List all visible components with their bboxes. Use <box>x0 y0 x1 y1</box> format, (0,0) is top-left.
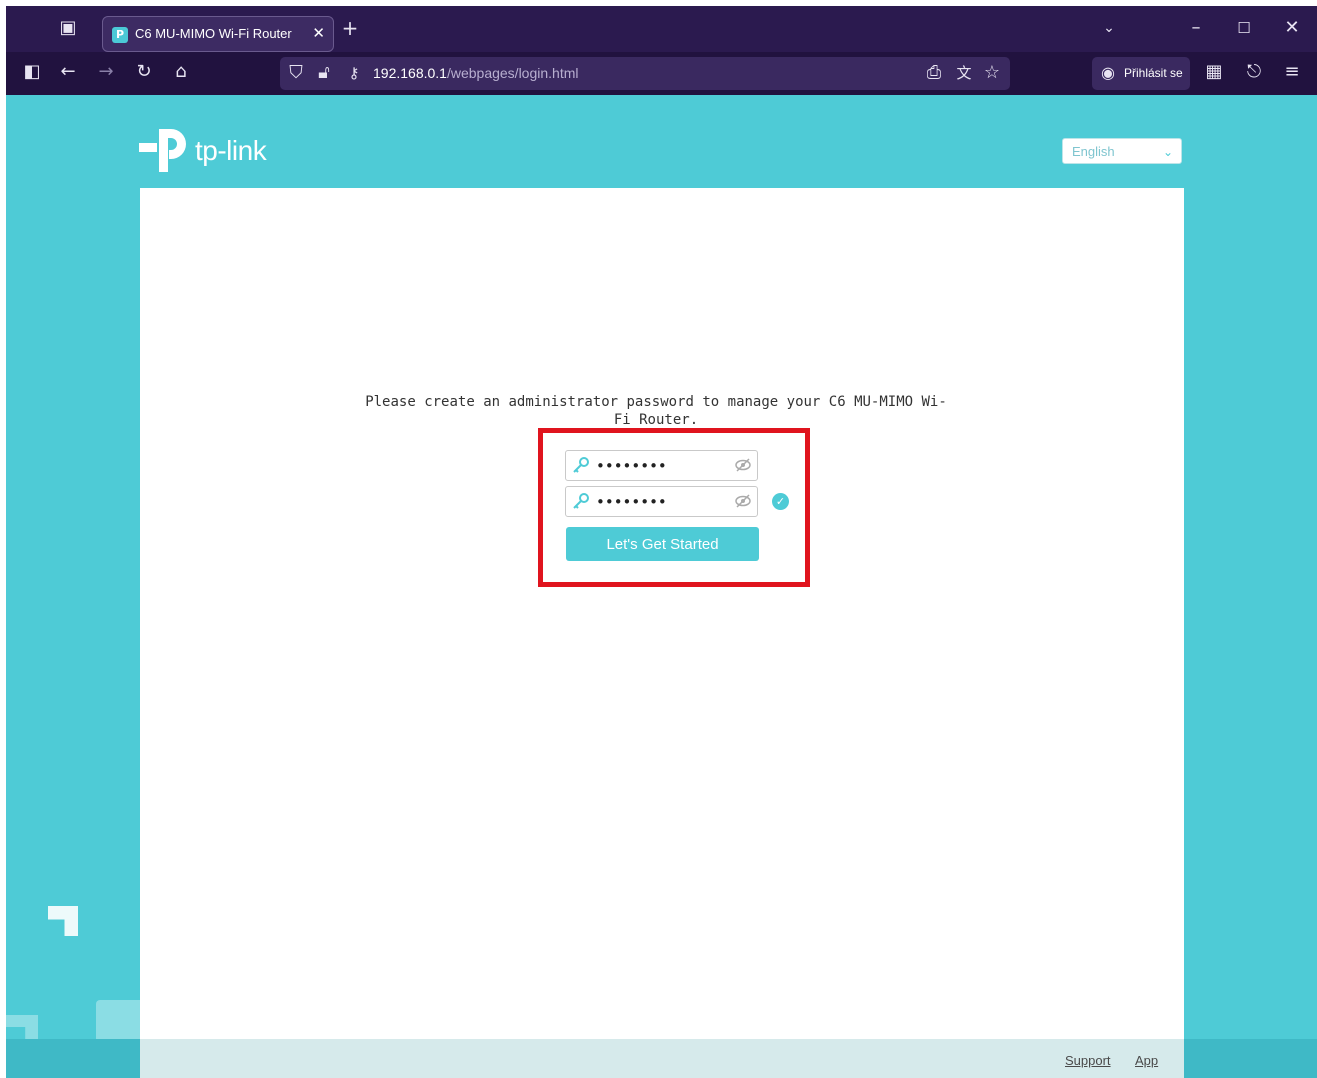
forward-arrow-icon[interactable]: → <box>94 63 118 83</box>
url-text[interactable]: 192.168.0.1/webpages/login.html <box>373 65 579 81</box>
close-window-icon[interactable]: ✕ <box>1280 19 1304 39</box>
save-page-icon[interactable]: ⎙ <box>922 64 946 84</box>
signin-label: Přihlásit se <box>1124 66 1183 80</box>
home-icon[interactable]: ⌂ <box>169 63 193 83</box>
eye-hidden-icon[interactable] <box>735 458 751 472</box>
logo-text: tp-link <box>195 135 267 166</box>
translate-icon[interactable]: 文 <box>952 64 976 84</box>
confirm-password-value: •••••••• <box>596 493 667 511</box>
tp-link-logo-icon <box>139 129 186 172</box>
support-link[interactable]: Support <box>1065 1053 1111 1068</box>
extensions-icon[interactable]: ▦ <box>1202 63 1226 83</box>
footer-bar <box>6 1039 1317 1078</box>
tab-close-icon[interactable]: ✕ <box>312 24 325 42</box>
lets-get-started-button[interactable]: Let's Get Started <box>566 527 759 561</box>
footer-bar-right <box>1184 1039 1317 1078</box>
lock-warning-icon[interactable]: 🔓︎ <box>312 64 336 84</box>
check-circle-icon: ✓ <box>772 493 789 510</box>
key-icon[interactable]: ⚷ <box>342 64 366 84</box>
decorative-square <box>96 1000 140 1040</box>
address-bar[interactable]: ⛉ 🔓︎ ⚷ 192.168.0.1/webpages/login.html ⎙… <box>280 57 1010 90</box>
tab-overview-icon[interactable]: ▣ <box>56 19 80 39</box>
menu-icon[interactable]: ≡ <box>1280 63 1304 83</box>
browser-titlebar: ▣ P C6 MU-MIMO Wi-Fi Router ✕ + ⌄ – ☐ ✕ <box>6 6 1317 52</box>
key-icon <box>573 493 589 509</box>
maximize-icon[interactable]: ☐ <box>1232 19 1256 39</box>
language-select[interactable]: English ⌄ <box>1062 138 1182 164</box>
browser-tab[interactable]: P C6 MU-MIMO Wi-Fi Router ✕ <box>102 16 334 52</box>
app-link[interactable]: App <box>1135 1053 1158 1068</box>
reload-icon[interactable]: ↻ <box>132 63 156 83</box>
bookmark-star-icon[interactable]: ☆ <box>980 64 1004 84</box>
back-arrow-icon[interactable]: ← <box>56 63 80 83</box>
tp-link-favicon-icon: P <box>112 27 128 43</box>
chevron-down-icon: ⌄ <box>1162 145 1173 159</box>
new-tab-icon[interactable]: + <box>338 18 362 39</box>
confirm-password-input[interactable]: •••••••• <box>565 486 758 517</box>
tp-link-logo: tp-link <box>139 125 289 177</box>
tab-list-chevron-icon[interactable]: ⌄ <box>1097 19 1121 39</box>
eye-hidden-icon[interactable] <box>735 494 751 508</box>
account-icon: ◉ <box>1101 63 1115 82</box>
language-value: English <box>1072 144 1115 159</box>
tab-title: C6 MU-MIMO Wi-Fi Router <box>135 26 292 41</box>
footer-bar-left <box>6 1039 140 1078</box>
password-value: •••••••• <box>596 457 667 475</box>
sidebar-toggle-icon[interactable]: ◧ <box>20 63 44 83</box>
password-prompt: Please create an administrator password … <box>365 394 947 428</box>
key-icon <box>573 457 589 473</box>
password-input[interactable]: •••••••• <box>565 450 758 481</box>
login-card <box>140 188 1184 1078</box>
decorative-square <box>48 906 78 936</box>
minimize-icon[interactable]: – <box>1184 19 1208 39</box>
signin-button[interactable]: ◉ Přihlásit se <box>1092 57 1190 90</box>
share-icon[interactable]: ⎋ <box>1242 63 1266 83</box>
shield-icon[interactable]: ⛉ <box>284 64 308 84</box>
